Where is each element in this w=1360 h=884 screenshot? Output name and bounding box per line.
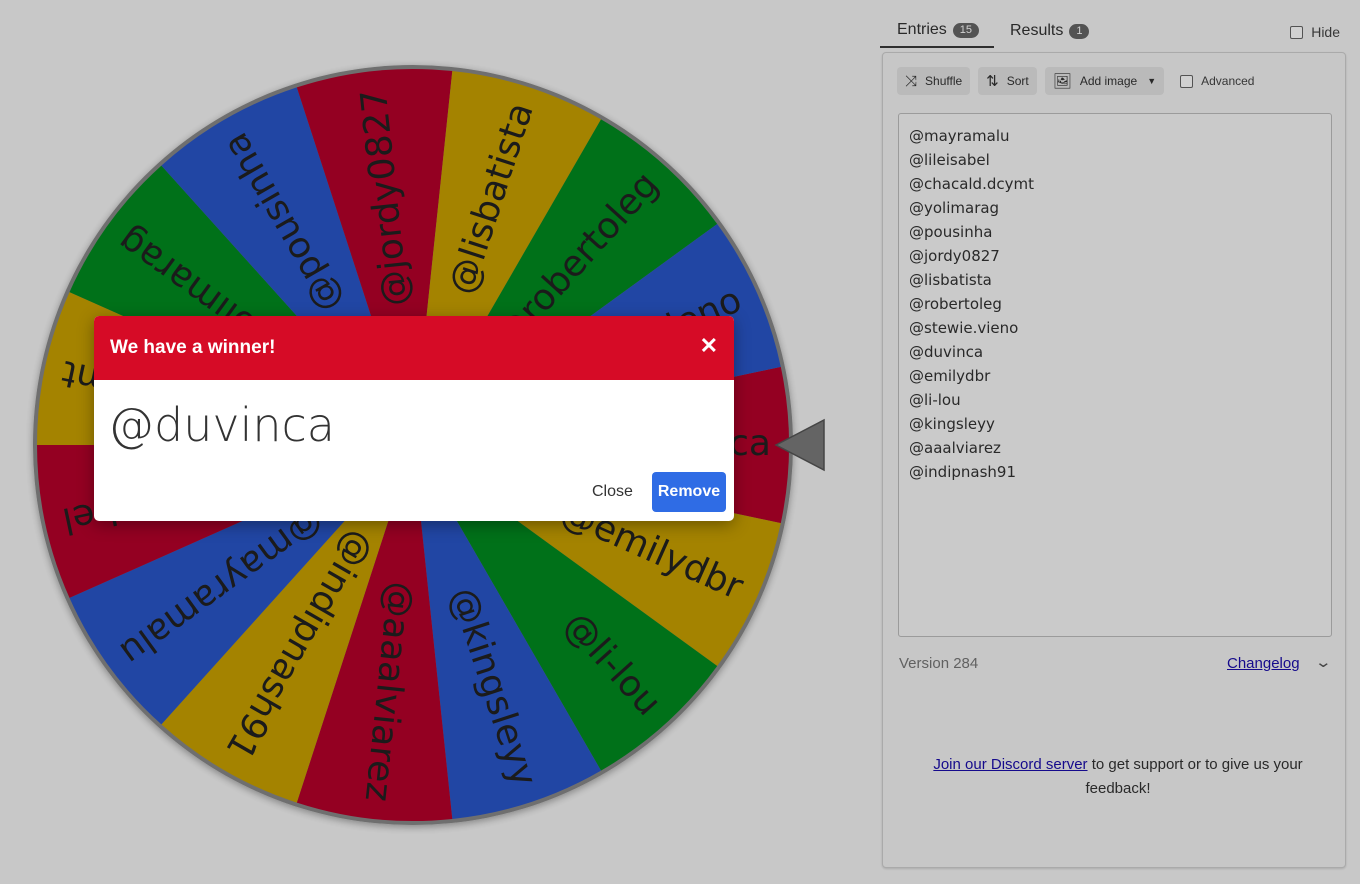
page: @duvinca@emilydbr@li-lou@kingsleyy@aaalv… [0, 0, 1360, 884]
winner-dialog-title: We have a winner! [110, 337, 276, 358]
close-button[interactable]: Close [580, 472, 645, 512]
close-icon[interactable]: ✕ [700, 333, 718, 359]
winner-dialog: We have a winner! ✕ @duvinca Close Remov… [94, 316, 734, 521]
winner-dialog-header: We have a winner! ✕ [94, 316, 734, 380]
remove-button[interactable]: Remove [652, 472, 726, 512]
winner-name: @duvinca [108, 398, 335, 452]
